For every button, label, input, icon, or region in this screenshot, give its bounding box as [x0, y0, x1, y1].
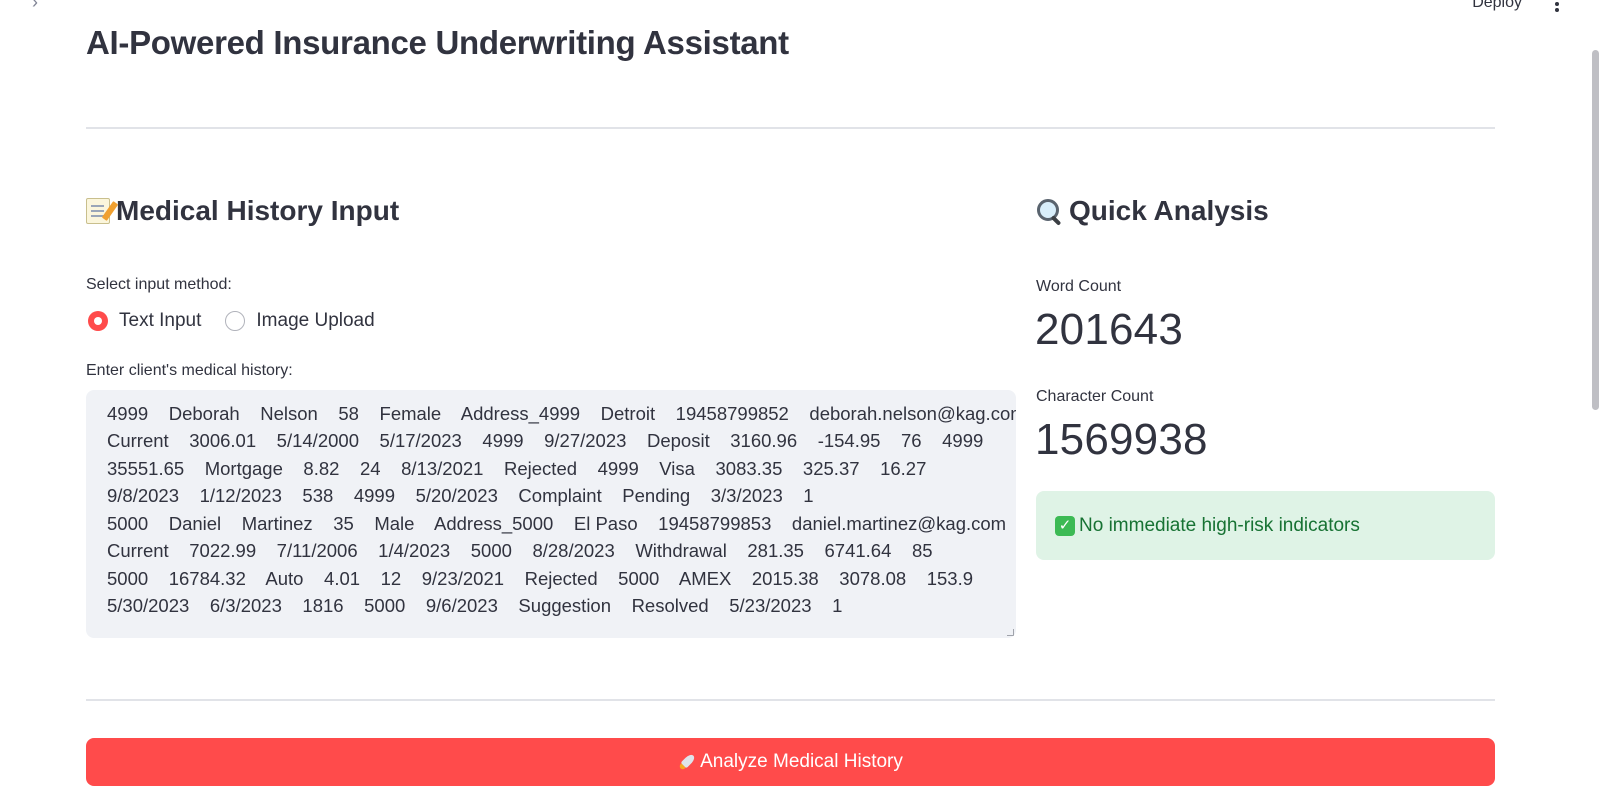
check-mark-icon: ✓ [1055, 515, 1075, 536]
medical-history-label: Enter client's medical history: [86, 362, 293, 379]
textarea-line: Current 3006.01 5/14/2000 5/17/2023 4999… [107, 430, 984, 451]
word-count-label: Word Count [1036, 278, 1122, 295]
radio-text-input[interactable]: Text Input [88, 310, 201, 332]
character-count-value: 1569938 [1035, 415, 1208, 464]
textarea-line: 35551.65 Mortgage 8.82 24 8/13/2021 Reje… [107, 457, 927, 479]
analyze-button-label: Analyze Medical History [700, 751, 903, 772]
character-count-label: Character Count [1036, 388, 1154, 405]
kebab-menu-icon[interactable] [1554, 0, 1560, 12]
divider-bottom [86, 699, 1495, 701]
input-method-label: Select input method: [86, 276, 232, 293]
quick-analysis-heading-text: Quick Analysis [1069, 195, 1269, 226]
radio-image-upload-label: Image Upload [256, 310, 375, 331]
success-alert: ✓ No immediate high-risk indicators [1036, 491, 1495, 560]
magnifying-glass-icon [1035, 197, 1063, 225]
rocket-icon [674, 749, 699, 774]
divider-top [86, 127, 1495, 129]
textarea-line-clipped [107, 390, 1007, 400]
word-count-value: 201643 [1035, 305, 1184, 354]
memo-icon [86, 198, 110, 224]
medical-history-heading-text: Medical History Input [116, 195, 400, 226]
textarea-line: 5000 Daniel Martinez 35 Male Address_500… [107, 512, 1007, 534]
textarea-line: Current 7022.99 7/11/2006 1/4/2023 5000 … [107, 540, 933, 561]
resize-grip-icon[interactable] [1007, 629, 1014, 636]
textarea-line: 9/8/2023 1/12/2023 538 4999 5/20/2023 Co… [107, 485, 814, 506]
success-alert-text: No immediate high-risk indicators [1079, 514, 1360, 536]
page-scrollbar[interactable] [1590, 0, 1600, 787]
medical-history-textarea-content[interactable]: 4999 Deborah Nelson 58 Female Address_49… [107, 390, 1016, 620]
medical-history-textarea[interactable]: 4999 Deborah Nelson 58 Female Address_49… [86, 390, 1016, 638]
chevron-right-icon[interactable]: › [32, 0, 48, 11]
radio-unchecked-icon [225, 311, 246, 331]
radio-text-input-label: Text Input [119, 310, 202, 331]
page-title: AI-Powered Insurance Underwriting Assist… [86, 24, 789, 61]
textarea-line: 5/30/2023 6/3/2023 1816 5000 9/6/2023 Su… [107, 595, 843, 616]
medical-history-heading: Medical History Input [86, 195, 399, 227]
deploy-button[interactable]: Deploy [1472, 0, 1522, 12]
textarea-line: 5000 16784.32 Auto 4.01 12 9/23/2021 Rej… [107, 567, 974, 589]
analyze-medical-history-button[interactable]: Analyze Medical History [86, 738, 1495, 786]
quick-analysis-heading: Quick Analysis [1035, 195, 1269, 227]
scrollbar-thumb[interactable] [1592, 50, 1599, 410]
app-root: › Deploy AI-Powered Insurance Underwriti… [0, 0, 1600, 787]
textarea-line: 4999 Deborah Nelson 58 Female Address_49… [107, 402, 1016, 424]
radio-checked-icon [88, 311, 108, 331]
radio-image-upload[interactable]: Image Upload [225, 310, 375, 332]
input-method-radio-group: Text Input Image Upload [88, 310, 375, 332]
